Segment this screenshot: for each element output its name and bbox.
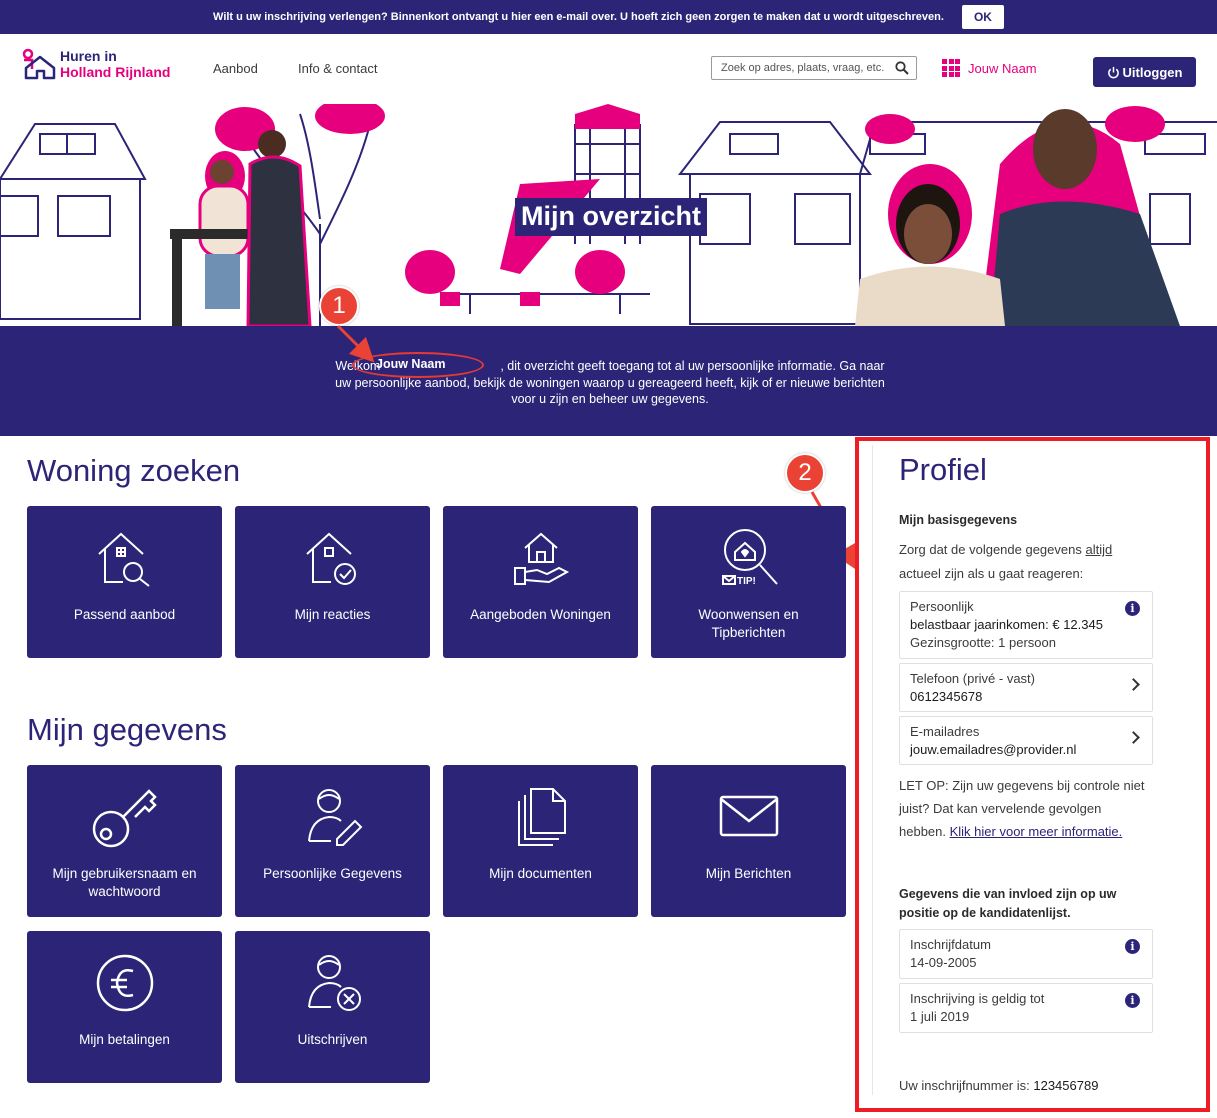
welcome-user-name: Jouw Naam: [376, 357, 446, 371]
search-icon[interactable]: [895, 61, 909, 75]
card-label: Inschrijving is geldig tot: [910, 991, 1045, 1006]
profile-intro-line2: actueel zijn als u gaat reageren:: [899, 566, 1084, 581]
tile-label: Woonwensen en Tipberichten: [698, 607, 799, 640]
card-persoonlijk[interactable]: Persoonlijk belastbaar jaarinkomen: € 12…: [899, 591, 1153, 659]
card-inschrijfdatum: Inschrijfdatum 14-09-2005 i: [899, 929, 1153, 979]
tile-gebruikersnaam-wachtwoord[interactable]: Mijn gebruikersnaam en wachtwoord: [27, 765, 222, 917]
notice-ok-button[interactable]: OK: [961, 5, 1004, 29]
user-edit-icon: [307, 789, 362, 846]
warning-text: LET OP: Zijn uw gegevens bij controle ni…: [899, 774, 1169, 843]
nav-info-contact[interactable]: Info & contact: [298, 61, 378, 76]
card-email[interactable]: E-mailadres jouw.emailadres@provider.nl: [899, 716, 1153, 765]
card-geldig-tot: Inschrijving is geldig tot 1 juli 2019 i: [899, 983, 1153, 1033]
inschrijfnummer: Uw inschrijfnummer is: 123456789: [899, 1074, 1098, 1097]
card-income: belastbaar jaarinkomen: € 12.345: [910, 617, 1103, 632]
search-placeholder: Zoek op adres, plaats, vraag, etc.: [721, 62, 885, 74]
profile-divider: [872, 445, 873, 1095]
info-icon[interactable]: i: [1125, 993, 1140, 1008]
profile-intro-line1: Zorg dat de volgende gegevens altijd: [899, 538, 1112, 561]
inschrijfnummer-value: 123456789: [1033, 1078, 1099, 1093]
power-icon: [1107, 66, 1119, 78]
card-label: Persoonlijk: [910, 599, 974, 614]
logo-line2: Holland Rijnland: [60, 64, 171, 80]
tile-label: Mijn gebruikersnaam en wachtwoord: [52, 866, 197, 899]
section-title-woning-zoeken: Woning zoeken: [27, 453, 241, 488]
tile-mijn-reacties[interactable]: Mijn reacties: [235, 506, 430, 658]
card-value: jouw.emailadres@provider.nl: [910, 742, 1077, 757]
tile-label: Mijn reacties: [294, 607, 371, 622]
tile-label: Aangeboden Woningen: [470, 607, 611, 622]
search-input[interactable]: Zoek op adres, plaats, vraag, etc.: [711, 56, 917, 80]
tile-label: Uitschrijven: [297, 1032, 368, 1047]
info-icon[interactable]: i: [1125, 939, 1140, 954]
card-value: 0612345678: [910, 689, 983, 704]
house-hand-icon: [513, 532, 569, 585]
position-heading-line1: Gegevens die van invloed zijn op uw: [899, 887, 1117, 901]
marker-2: 2: [785, 453, 825, 493]
tile-persoonlijke-gegevens[interactable]: Persoonlijke Gegevens: [235, 765, 430, 917]
site-header: Huren in Holland Rijnland Aanbod Info & …: [0, 34, 1217, 104]
card-value: 1 juli 2019: [910, 1009, 970, 1024]
tile-label: Mijn betalingen: [79, 1032, 170, 1047]
card-label: Inschrijfdatum: [910, 937, 991, 952]
house-check-icon: [305, 532, 356, 585]
intro-link-altijd[interactable]: altijd: [1085, 542, 1112, 557]
tile-uitschrijven[interactable]: Uitschrijven: [235, 931, 430, 1083]
user-name: Jouw Naam: [968, 60, 1037, 76]
section-title-mijn-gegevens: Mijn gegevens: [27, 712, 227, 747]
logo-line1: Huren in: [60, 48, 117, 64]
logout-label: Uitloggen: [1122, 64, 1183, 80]
info-icon[interactable]: i: [1125, 601, 1140, 616]
page-title: Mijn overzicht: [515, 198, 708, 236]
welcome-line1: , dit overzicht geeft toegang tot al uw …: [500, 359, 885, 373]
notice-bar: Wilt u uw inschrijving verlengen? Binnen…: [0, 0, 1217, 34]
tile-label: Mijn Berichten: [705, 866, 792, 881]
envelope-icon: [719, 795, 778, 837]
position-heading-line2: positie op de kandidatenlijst.: [899, 906, 1071, 920]
user-remove-icon: [307, 955, 361, 1011]
more-info-link[interactable]: Klik hier voor meer informatie.: [950, 824, 1123, 839]
notice-text: Wilt u uw inschrijving verlengen? Binnen…: [213, 11, 944, 23]
tile-mijn-betalingen[interactable]: Mijn betalingen: [27, 931, 222, 1083]
welcome-band: Welkom, dit overzicht geeft toegang tot …: [0, 326, 1217, 436]
warning-line1: LET OP: Zijn uw gegevens bij controle ni…: [899, 778, 1145, 793]
tile-label: Mijn documenten: [489, 866, 592, 881]
logo[interactable]: Huren in Holland Rijnland: [20, 48, 170, 82]
tile-label: Passend aanbod: [73, 607, 176, 622]
card-label: E-mailadres: [910, 724, 980, 739]
tile-passend-aanbod[interactable]: Passend aanbod: [27, 506, 222, 658]
tile-label: Persoonlijke Gegevens: [263, 866, 402, 881]
card-telefoon[interactable]: Telefoon (privé - vast) 0612345678: [899, 663, 1153, 712]
welcome-line3: voor u zijn en beheer uw gegevens.: [511, 392, 709, 406]
logo-house-icon: [22, 48, 56, 80]
euro-icon: [96, 954, 153, 1012]
marker-1: 1: [319, 286, 359, 326]
documents-icon: [517, 788, 566, 846]
user-menu[interactable]: Jouw Naam: [942, 59, 1037, 77]
nav-aanbod[interactable]: Aanbod: [213, 61, 258, 76]
key-icon: [92, 789, 157, 848]
inschrijfnummer-label: Uw inschrijfnummer is:: [899, 1078, 1034, 1093]
intro-text: Zorg dat de volgende gegevens: [899, 542, 1086, 557]
card-household: Gezinsgrootte: 1 persoon: [910, 635, 1056, 650]
card-label: Telefoon (privé - vast): [910, 671, 1035, 686]
position-heading: Gegevens die van invloed zijn op uw posi…: [899, 885, 1116, 923]
tip-badge: TIP!: [737, 576, 756, 587]
profile-title: Profiel: [899, 452, 987, 487]
tile-woonwensen-tipberichten[interactable]: TIP! Woonwensen en Tipberichten: [651, 506, 846, 658]
hero-banner: Mijn overzicht: [0, 104, 1217, 326]
warning-line3: hebben.: [899, 824, 950, 839]
card-value: 14-09-2005: [910, 955, 977, 970]
tile-aangeboden-woningen[interactable]: Aangeboden Woningen: [443, 506, 638, 658]
basis-heading: Mijn basisgegevens: [899, 513, 1018, 527]
grid-menu-icon: [942, 59, 960, 77]
tile-mijn-berichten[interactable]: Mijn Berichten: [651, 765, 846, 917]
logout-button[interactable]: Uitloggen: [1093, 57, 1196, 87]
warning-line2: juist? Dat kan vervelende gevolgen: [899, 801, 1102, 816]
tile-mijn-documenten[interactable]: Mijn documenten: [443, 765, 638, 917]
house-search-icon: [97, 532, 150, 587]
